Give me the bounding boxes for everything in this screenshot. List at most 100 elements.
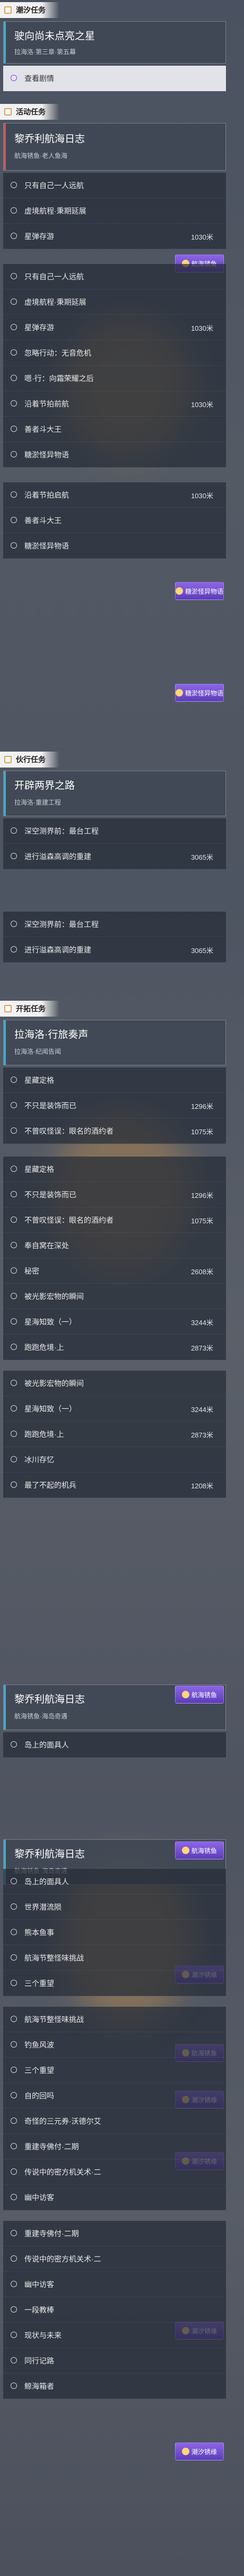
quest-objective[interactable]: 钓鱼风波 [3, 2032, 226, 2058]
quest-objective[interactable]: 同行记路 [3, 2348, 226, 2374]
quest-objective[interactable]: 进行溢森高调的重建 3065米 [3, 937, 226, 963]
quest-objective[interactable]: 重建寺佛付·二期 [3, 2134, 226, 2159]
quest-objective[interactable]: 善者斗大王 [3, 508, 226, 533]
quest-objective[interactable]: 幽中访客 [3, 2272, 226, 2297]
quest-objective[interactable]: 只有自己一人远航 [3, 173, 226, 198]
quest-objective[interactable]: 不只是装饰而已 1296米 [3, 1182, 226, 1207]
quest-objective[interactable]: 现状与未来 [3, 2323, 226, 2348]
quest-objective[interactable]: 虚境航程·秉期延展 [3, 289, 226, 315]
objective-radio-icon [11, 827, 17, 834]
quest-objective[interactable]: 深空测界前：最台工程 [3, 912, 226, 937]
quest-objective[interactable]: 岛上的面具人 [3, 1869, 226, 1894]
quest-objective[interactable]: 熊本鱼事 [3, 1920, 226, 1945]
objective-label: 幽中访客 [24, 2193, 54, 2202]
quest-objective[interactable]: 星海知致（一） 3244米 [3, 1309, 226, 1335]
objective-radio-icon [11, 2306, 17, 2313]
quest-objective[interactable]: 不只是装饰而已 1296米 [3, 1093, 226, 1118]
objective-radio-icon [11, 2383, 17, 2389]
quest-objective[interactable]: 三个重望 [3, 1971, 226, 1996]
quest-objective[interactable]: 进行溢森高调的重建 3065米 [3, 844, 226, 869]
objective-label: 世界潜流陨 [24, 1903, 62, 1911]
section-marker-icon [4, 6, 12, 14]
quest-objective[interactable]: 只有自己一人远航 [3, 264, 226, 289]
quest-objective[interactable]: 星藏定格 [3, 1068, 226, 1093]
objective-label: 星海知致（一） [24, 1405, 76, 1413]
section-marker-icon [4, 1005, 12, 1012]
quest-objective[interactable]: 航海节整怪味挑战 [3, 1945, 226, 1971]
quest-objective[interactable]: 查看剧情 [3, 66, 226, 91]
quest-objective[interactable]: 不曾叹怪误：眼名的酒约者 1075米 [3, 1207, 226, 1233]
quest-objective[interactable]: 三个重望 [3, 2058, 226, 2083]
quest-card-tidal[interactable]: 驶向尚未点亮之星 拉海洛·第三章·第五幕 [3, 21, 226, 64]
objective-label: 钓鱼风波 [24, 2041, 54, 2049]
accent-stripe [4, 771, 6, 816]
badge-icon [176, 587, 183, 595]
objective-distance: 1075米 [191, 1217, 213, 1225]
quest-title: 驶向尚未点亮之星 [14, 31, 95, 42]
quest-objective[interactable]: 糖淤怪异物语 [3, 533, 226, 559]
quest-objective[interactable]: 传说中的密方机关术·二 [3, 2246, 226, 2272]
objective-label: 航海节整怪味挑战 [24, 2015, 84, 2024]
objective-distance: 1296米 [191, 1102, 213, 1110]
quest-objective[interactable]: 幽中访客 [3, 2185, 226, 2210]
quest-objective[interactable]: 糖淤怪异物语 [3, 442, 226, 467]
objective-label: 三个重望 [24, 1979, 54, 1988]
objective-label: 航海节整怪味挑战 [24, 1954, 84, 1962]
quest-objective[interactable]: 星海知致（一） 3244米 [3, 1396, 226, 1422]
quest-objective[interactable]: 星弹存游 1030米 [3, 224, 226, 249]
objective-label: 冰川存忆 [24, 1455, 54, 1464]
quest-objective[interactable]: 世界潜流陨 [3, 1894, 226, 1920]
quest-objective[interactable]: 星藏定格 [3, 1157, 226, 1182]
quest-objective[interactable]: 传说中的密方机关术·二 [3, 2159, 226, 2185]
quest-objective[interactable]: 自的回吗 [3, 2083, 226, 2109]
quest-objective[interactable]: 奉自窝在深处 [3, 1233, 226, 1258]
objective-radio-icon [11, 233, 17, 239]
quest-objective[interactable]: 奇怪的三元券·沃德尔艾 [3, 2109, 226, 2134]
quest-objective[interactable]: 跑跑危境·上 2873米 [3, 1335, 226, 1360]
quest-objective[interactable]: 嗯·行：向霜荣耀之后 [3, 366, 226, 391]
objective-distance: 2608米 [191, 1268, 213, 1276]
quest-card-trailblaze[interactable]: 拉海洛·行旅奏声 拉海洛·纪闻告闻 [3, 1020, 226, 1065]
objective-label: 沿着节拍启航 [24, 491, 69, 499]
objective-radio-icon [11, 375, 17, 381]
quest-objective[interactable]: 重建寺佛付·二期 [3, 2221, 226, 2246]
objective-radio-icon [11, 2230, 17, 2236]
quest-objective[interactable]: 忽略行动：无音危机 [3, 340, 226, 366]
objective-label: 糖淤怪异物语 [24, 542, 69, 550]
quest-objective[interactable]: 最了不起的机兵 1208米 [3, 1472, 226, 1498]
quest-objective[interactable]: 被光影宏物的瞬间 [3, 1371, 226, 1396]
objective-distance: 1030米 [191, 401, 213, 409]
quest-objective[interactable]: 虚境航程·秉期延展 [3, 198, 226, 224]
quest-objective[interactable]: 跑跑危境·上 2873米 [3, 1422, 226, 1447]
quest-objective[interactable]: 不曾叹怪误：眼名的酒约者 1075米 [3, 1118, 226, 1144]
quest-objective[interactable]: 沿着节拍前航 1030米 [3, 391, 226, 417]
quest-objective[interactable]: 沿着节拍启航 1030米 [3, 482, 226, 508]
quest-card-companion[interactable]: 开辟两界之路 拉海洛·重建工程 [3, 771, 226, 816]
tag-badge: 糖淤怪异物语 [175, 582, 224, 600]
quest-objective[interactable]: 航海节整怪味挑战 [3, 2007, 226, 2032]
objective-radio-icon [11, 2255, 17, 2262]
objective-radio-icon [11, 1242, 17, 1248]
quest-objective[interactable]: 鲸海箱者 [3, 2374, 226, 2399]
objective-label: 糖淤怪异物语 [24, 451, 69, 459]
objective-label: 不曾叹怪误：眼名的酒约者 [24, 1127, 114, 1135]
quest-objective[interactable]: 星弹存游 1030米 [3, 315, 226, 340]
quest-objective[interactable]: 一段教棒 [3, 2297, 226, 2323]
quest-objective[interactable]: 冰川存忆 [3, 1447, 226, 1472]
objective-radio-icon [11, 1481, 17, 1488]
quest-card-event[interactable]: 黎乔利航海日志 航海锈鱼·老人鱼海 [3, 123, 226, 171]
objective-label: 善者斗大王 [24, 516, 62, 525]
objective-radio-icon [11, 542, 17, 549]
quest-objective[interactable]: 善者斗大王 [3, 417, 226, 442]
objective-radio-icon [11, 182, 17, 188]
objective-label: 岛上的面具人 [24, 1877, 69, 1886]
quest-objective[interactable]: 深空测界前：最台工程 [3, 818, 226, 844]
objective-radio-icon [11, 298, 17, 305]
objective-radio-icon [11, 1216, 17, 1223]
objective-radio-icon [11, 1741, 17, 1748]
objective-label: 星藏定格 [24, 1076, 54, 1084]
quest-objective[interactable]: 被光影宏物的瞬间 [3, 1284, 226, 1309]
quest-objective[interactable]: 秘密 2608米 [3, 1258, 226, 1284]
quest-objective[interactable]: 岛上的面具人 [3, 1732, 226, 1758]
objective-radio-icon [11, 2281, 17, 2287]
